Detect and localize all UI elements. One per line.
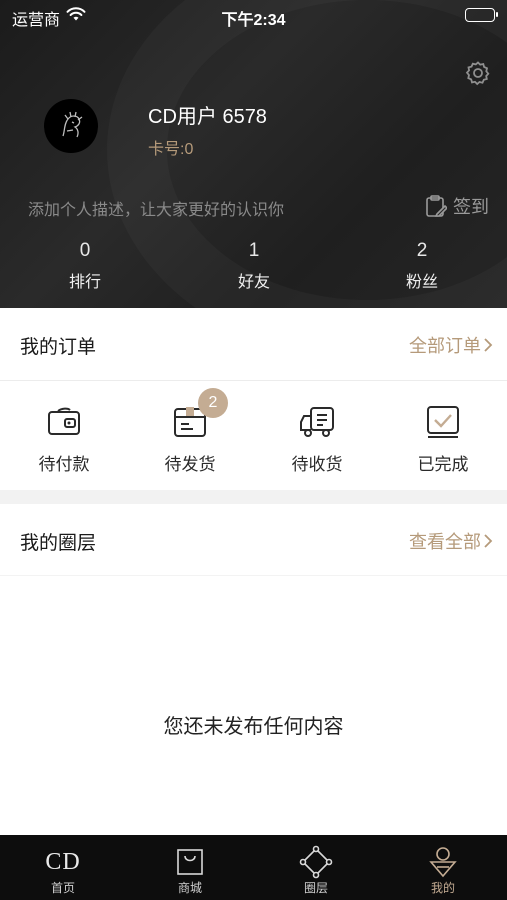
stat-friends[interactable]: 1 好友 xyxy=(204,240,304,292)
order-pending-shipment[interactable]: 2 待发货 xyxy=(145,388,235,475)
section-gap xyxy=(0,490,507,504)
clipboard-icon xyxy=(426,195,447,217)
checkin-label: 签到 xyxy=(453,197,489,217)
stat-value: 2 xyxy=(416,240,428,261)
order-pending-receipt[interactable]: 待收货 xyxy=(272,402,362,475)
card-number: 卡号:0 xyxy=(148,141,194,158)
stat-ranking[interactable]: 0 排行 xyxy=(35,240,135,292)
tab-circle[interactable]: 圈层 xyxy=(276,845,356,896)
order-status-label: 已完成 xyxy=(417,455,469,474)
settings-gear-icon[interactable] xyxy=(465,60,491,86)
empty-state-text: 您还未发布任何内容 xyxy=(163,716,344,738)
stats-row: 0 排行 1 好友 2 粉丝 xyxy=(0,240,507,300)
order-status-label: 待付款 xyxy=(38,455,90,474)
clock: 下午2:34 xyxy=(221,12,286,29)
orders-section-header: 我的订单 全部订单 xyxy=(0,308,507,380)
orders-title: 我的订单 xyxy=(20,337,97,358)
profile-description[interactable]: 添加个人描述，让大家更好的认识你 xyxy=(28,196,284,220)
stat-label: 好友 xyxy=(237,274,270,291)
stat-label: 排行 xyxy=(68,274,101,291)
all-orders-label: 全部订单 xyxy=(409,336,481,356)
stat-value: 0 xyxy=(79,240,91,261)
avatar[interactable] xyxy=(44,99,98,153)
lion-logo-icon xyxy=(62,111,83,138)
truck-icon xyxy=(300,407,334,437)
tab-mall[interactable]: 商城 xyxy=(150,845,230,896)
checkin-button[interactable]: 签到 xyxy=(425,193,489,219)
view-all-label: 查看全部 xyxy=(409,532,481,552)
stat-fans[interactable]: 2 粉丝 xyxy=(372,240,472,292)
bottom-tab-bar: CD 首页 商城 圈层 我的 xyxy=(0,835,507,900)
chevron-right-icon xyxy=(484,338,493,352)
order-status-row: 待付款 2 待发货 待收货 已完成 xyxy=(0,380,507,490)
order-pending-payment[interactable]: 待付款 xyxy=(19,402,109,475)
circle-title: 我的圈层 xyxy=(20,533,97,554)
stat-value: 1 xyxy=(248,240,260,261)
stat-label: 粉丝 xyxy=(405,274,438,291)
order-count-badge: 2 xyxy=(198,388,228,418)
tab-home[interactable]: CD 首页 xyxy=(23,845,103,896)
tab-label: 商城 xyxy=(177,881,202,895)
order-status-label: 待发货 xyxy=(164,455,216,474)
tab-label: 我的 xyxy=(430,881,455,895)
cd-logo-icon: CD xyxy=(45,848,81,875)
battery-icon xyxy=(465,8,498,22)
tab-label: 首页 xyxy=(50,881,75,895)
view-all-link[interactable]: 查看全部 xyxy=(409,528,495,554)
divider xyxy=(0,575,507,576)
completed-icon xyxy=(427,406,459,438)
all-orders-link[interactable]: 全部订单 xyxy=(409,332,495,358)
tab-mine[interactable]: 我的 xyxy=(403,845,483,896)
username: CD用户 6578 xyxy=(148,106,267,128)
tab-label: 圈层 xyxy=(303,881,328,895)
order-completed[interactable]: 已完成 xyxy=(398,402,488,475)
circle-network-icon xyxy=(299,845,333,879)
shopping-bag-icon xyxy=(177,849,203,875)
wallet-icon xyxy=(48,407,80,435)
profile-header: 运营商 下午2:34 CD用户 6578 卡号:0 添加个人描述，让大家更好的认… xyxy=(0,0,507,308)
chevron-right-icon xyxy=(484,534,493,548)
circle-section-header: 我的圈层 查看全部 xyxy=(0,504,507,576)
status-bar: 运营商 下午2:34 xyxy=(0,0,507,30)
profile-icon xyxy=(429,847,457,878)
order-status-label: 待收货 xyxy=(291,455,343,474)
